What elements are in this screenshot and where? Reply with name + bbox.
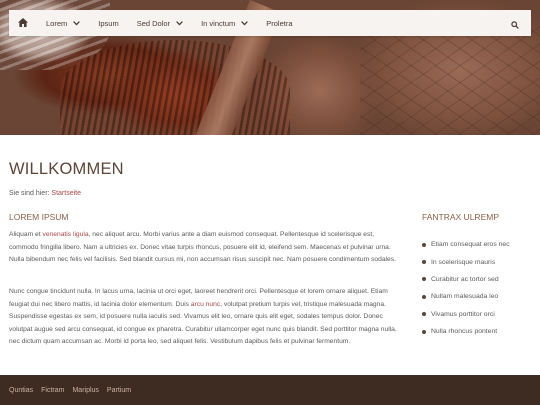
- nav-item-ipsum[interactable]: Ipsum: [89, 10, 127, 36]
- nav-item-proletra[interactable]: Proletra: [257, 10, 301, 36]
- bullet-icon: [422, 312, 426, 317]
- chevron-down-icon: [176, 19, 183, 28]
- paragraph-text: Aliquam et: [9, 231, 43, 238]
- chevron-down-icon: [73, 19, 81, 28]
- nav-item-in-vinctum[interactable]: In vinctum: [192, 10, 257, 36]
- hero-leaf: [360, 20, 540, 135]
- sidebar-item-label: Curabitur ac tortor sed: [431, 275, 499, 283]
- main-navigation: Lorem Ipsum Sed Dolor In vinctum Proletr…: [9, 10, 531, 36]
- home-icon: [18, 17, 28, 29]
- main-paragraph-1: Aliquam et venenatis ligula, nec aliquet…: [9, 229, 402, 267]
- main-paragraph-2: Nunc congue tincidunt nulla. In lacus ur…: [9, 286, 402, 349]
- sidebar-list: Etiam consequat eros nec In scelerisque …: [422, 236, 510, 340]
- nav-home[interactable]: [9, 10, 37, 36]
- nav-item-label: Lorem: [46, 18, 68, 28]
- sidebar-title: FANTRAX ULREMP: [422, 212, 499, 222]
- bullet-icon: [422, 329, 426, 334]
- sidebar-item-label: Nullam malesuada leo: [431, 293, 499, 301]
- sidebar-list-item[interactable]: In scelerisque mauris: [422, 253, 510, 270]
- footer: Quntias Fictram Mariplus Partium: [0, 375, 540, 405]
- nav-item-label: In vinctum: [201, 18, 236, 28]
- bullet-icon: [422, 242, 426, 247]
- sidebar-item-label: Nulla rhoncus pontent: [431, 328, 498, 336]
- search-icon: [511, 14, 519, 33]
- chevron-down-icon: [241, 19, 249, 28]
- sidebar-item-label: In scelerisque mauris: [431, 258, 496, 266]
- sidebar-list-item[interactable]: Curabitur ac tortor sed: [422, 271, 510, 288]
- sidebar-item-label: Vivamus porttitor orci: [431, 310, 495, 318]
- bullet-icon: [422, 260, 426, 265]
- sidebar-item-label: Etiam consequat eros nec: [431, 241, 510, 249]
- search-button[interactable]: [505, 10, 525, 36]
- nav-item-label: Proletra: [266, 18, 293, 28]
- nav-item-sed-dolor[interactable]: Sed Dolor: [128, 10, 192, 36]
- sidebar-list-item[interactable]: Vivamus porttitor orci: [422, 306, 510, 323]
- breadcrumb: Sie sind hier: Startseite: [9, 190, 81, 197]
- breadcrumb-home-link[interactable]: Startseite: [51, 190, 81, 197]
- inline-link[interactable]: venenatis ligula: [42, 231, 88, 238]
- footer-link[interactable]: Mariplus: [68, 387, 102, 394]
- sidebar-list-item[interactable]: Nulla rhoncus pontent: [422, 323, 510, 340]
- bullet-icon: [422, 277, 426, 282]
- nav-item-label: Ipsum: [98, 18, 119, 28]
- page-title: WILLKOMMEN: [9, 160, 124, 178]
- main-section-title: LOREM IPSUM: [9, 212, 69, 222]
- sidebar-list-item[interactable]: Etiam consequat eros nec: [422, 236, 510, 253]
- nav-item-label: Sed Dolor: [136, 18, 171, 28]
- bullet-icon: [422, 294, 426, 299]
- sidebar-list-item[interactable]: Nullam malesuada leo: [422, 288, 510, 305]
- footer-link[interactable]: Fictram: [37, 387, 68, 394]
- footer-link[interactable]: Partium: [103, 387, 135, 394]
- breadcrumb-prefix: Sie sind hier:: [9, 190, 50, 197]
- inline-link[interactable]: arcu nunc: [191, 301, 220, 308]
- nav-item-lorem[interactable]: Lorem: [37, 10, 89, 36]
- footer-link[interactable]: Quntias: [5, 387, 37, 394]
